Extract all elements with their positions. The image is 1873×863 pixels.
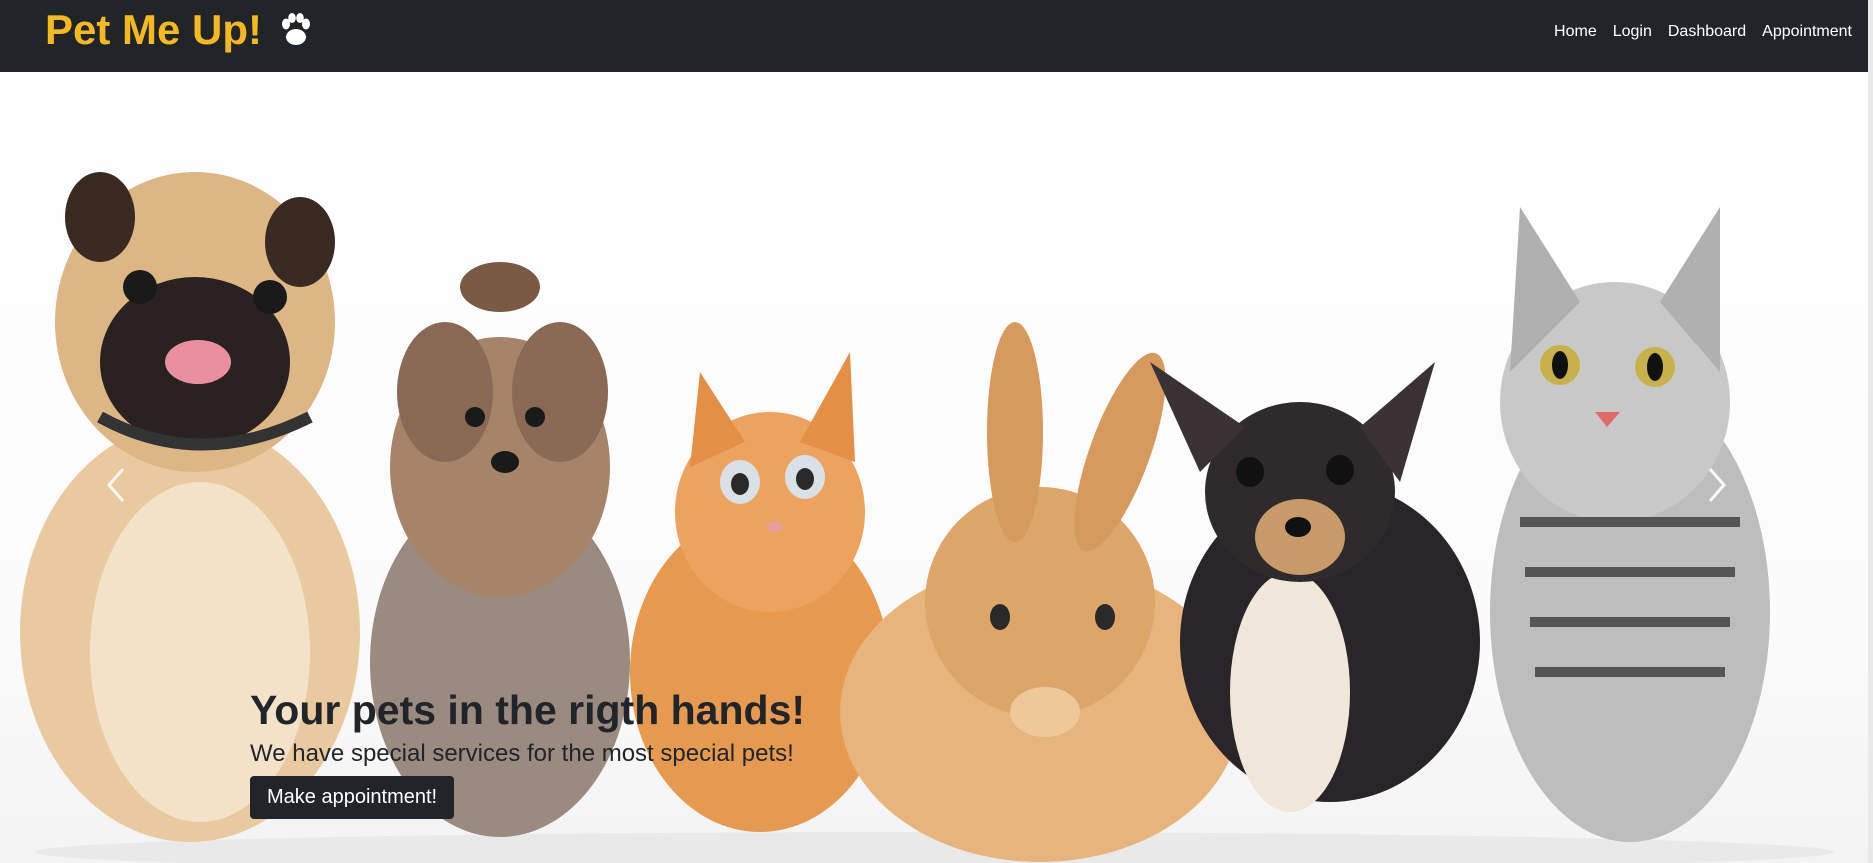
hero-carousel: Your pets in the rigth hands! We have sp…: [0, 72, 1868, 863]
nav-home[interactable]: Home: [1546, 23, 1605, 41]
chevron-right-icon: [1708, 468, 1726, 502]
carousel-next-button[interactable]: [1697, 455, 1737, 515]
hero-title: Your pets in the rigth hands!: [250, 687, 806, 733]
page-scrollbar[interactable]: [1868, 0, 1873, 863]
brand-title: Pet Me Up!: [45, 6, 263, 53]
brand-link[interactable]: Pet Me Up!: [45, 6, 316, 54]
nav-dashboard[interactable]: Dashboard: [1660, 23, 1754, 41]
make-appointment-button[interactable]: Make appointment!: [250, 776, 455, 820]
top-navbar: Pet Me Up! Home Login Dashboard Appointm…: [0, 0, 1868, 72]
nav-login[interactable]: Login: [1605, 23, 1660, 41]
carousel-prev-button[interactable]: [96, 455, 136, 515]
paw-icon: [282, 13, 311, 45]
hero-subtitle: We have special services for the most sp…: [250, 740, 794, 768]
chevron-left-icon: [107, 468, 125, 502]
nav-links: Home Login Dashboard Appointment: [1546, 0, 1860, 64]
carousel-caption: Your pets in the rigth hands! We have sp…: [250, 687, 806, 820]
nav-appointment[interactable]: Appointment: [1754, 23, 1860, 41]
tabby-cat-illustration: [1490, 207, 1770, 842]
